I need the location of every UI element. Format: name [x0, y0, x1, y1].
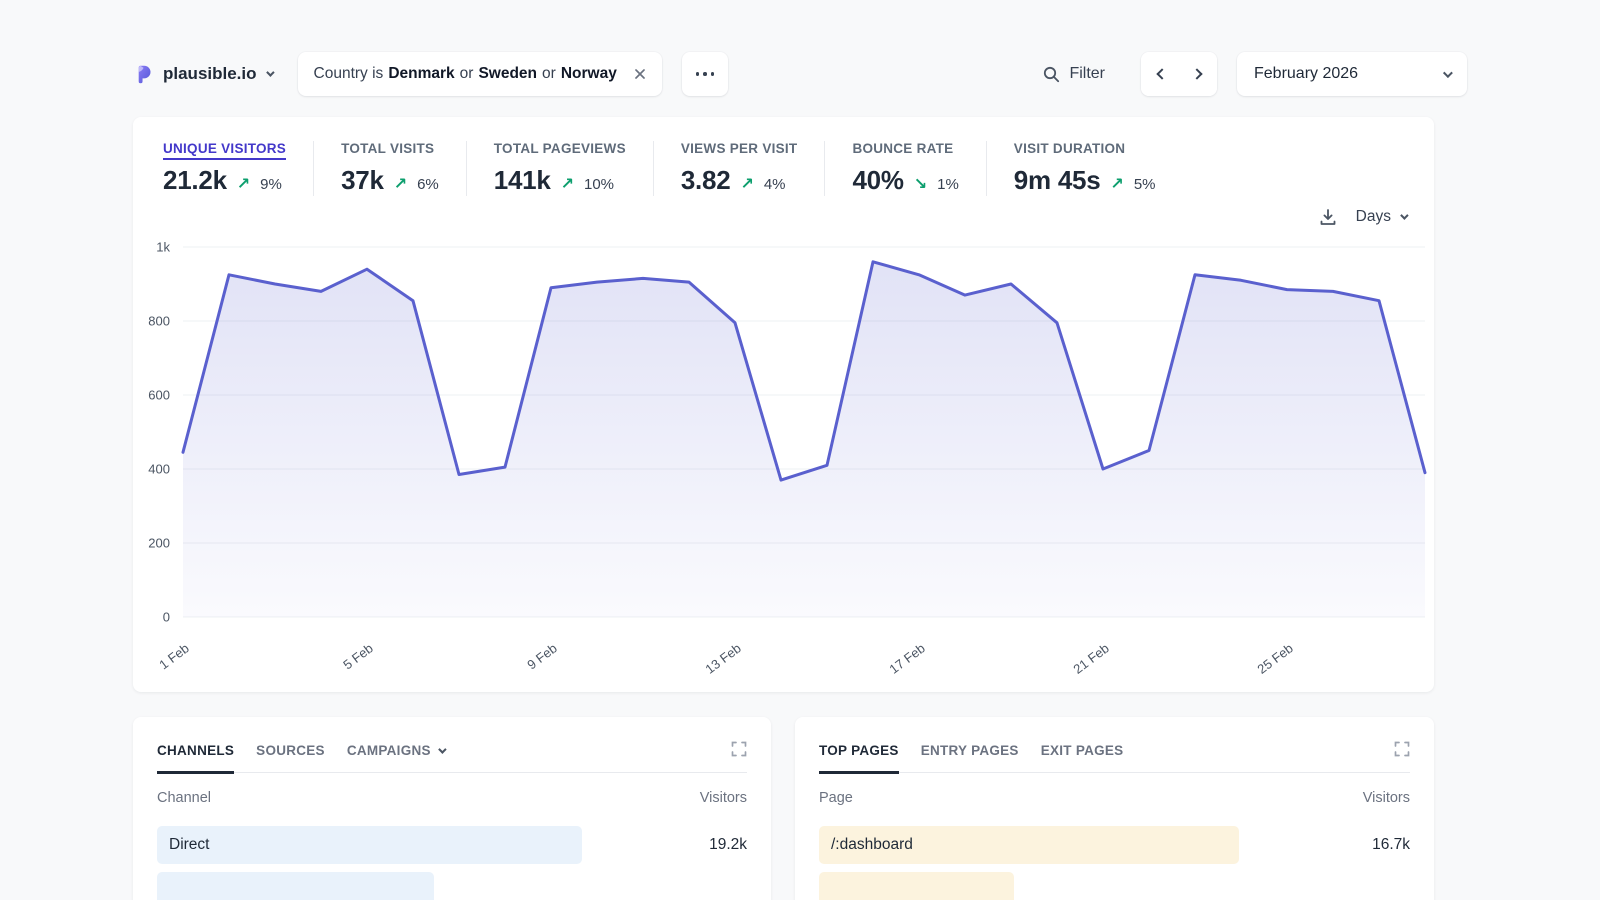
stat-value: 37k [341, 165, 384, 196]
fullscreen-icon [1394, 741, 1410, 757]
stat-bounce-rate[interactable]: BOUNCE RATE 40% ↘ 1% [824, 141, 985, 196]
stat-total-pageviews[interactable]: TOTAL PAGEVIEWS 141k ↗ 10% [466, 141, 653, 196]
chart-area-fill [183, 262, 1425, 617]
filter-conjunction: or [542, 65, 556, 83]
svg-text:21 Feb: 21 Feb [1070, 640, 1111, 676]
svg-text:400: 400 [148, 462, 170, 477]
stat-unique-visitors[interactable]: UNIQUE VISITORS 21.2k ↗ 9% [163, 141, 313, 196]
next-period-button[interactable] [1179, 52, 1217, 96]
channel-row-direct[interactable]: Direct 19.2k [157, 826, 747, 864]
chevron-left-icon [1156, 68, 1167, 79]
date-range-picker[interactable]: February 2026 [1237, 52, 1467, 96]
trend-up-icon: ↗ [1110, 174, 1123, 194]
trend-down-icon: ↘ [914, 174, 927, 194]
svg-text:25 Feb: 25 Feb [1254, 640, 1295, 676]
interval-dropdown[interactable]: Days [1356, 208, 1406, 226]
column-header-visitors: Visitors [700, 790, 747, 806]
channel-row-partial[interactable] [157, 872, 747, 900]
stat-views-per-visit[interactable]: VIEWS PER VISIT 3.82 ↗ 4% [653, 141, 825, 196]
fullscreen-icon [731, 741, 747, 757]
stat-value: 40% [852, 165, 903, 196]
row-label: Direct [157, 826, 747, 864]
filter-chip-prefix: Country is [314, 65, 384, 83]
svg-text:17 Feb: 17 Feb [886, 640, 927, 676]
stat-value: 9m 45s [1014, 165, 1101, 196]
top-stats: UNIQUE VISITORS 21.2k ↗ 9% TOTAL VISITS … [133, 117, 1434, 196]
filter-country: Norway [561, 65, 617, 83]
filter-button[interactable]: Filter [1043, 65, 1105, 83]
analytics-dashboard: plausible.io Country is Denmark or Swede… [0, 0, 1600, 900]
stat-change: 4% [764, 176, 786, 193]
svg-text:13 Feb: 13 Feb [702, 640, 743, 676]
tab-exit-pages[interactable]: EXIT PAGES [1041, 743, 1124, 774]
visitors-chart[interactable]: 0 200 400 600 800 1k 1 Feb 5 Feb 9 Feb 13 Feb 17 … [133, 229, 1434, 692]
stat-total-visits[interactable]: TOTAL VISITS 37k ↗ 6% [313, 141, 466, 196]
chart-y-labels: 0 200 400 600 800 1k [148, 240, 170, 625]
svg-text:800: 800 [148, 314, 170, 329]
pages-panel: TOP PAGES ENTRY PAGES EXIT PAGES Page Vi… [795, 717, 1434, 900]
expand-panel-button[interactable] [731, 741, 747, 760]
prev-period-button[interactable] [1141, 52, 1179, 96]
date-picker-chevron-down-icon [1443, 68, 1453, 78]
svg-text:1k: 1k [156, 240, 170, 255]
page-row-partial[interactable] [819, 872, 1410, 900]
ellipsis-icon [696, 72, 700, 76]
stat-change: 6% [417, 176, 439, 193]
export-download-icon[interactable] [1318, 207, 1338, 227]
svg-text:5 Feb: 5 Feb [340, 640, 376, 672]
country-filter-chip[interactable]: Country is Denmark or Sweden or Norway [298, 52, 662, 96]
stat-change: 5% [1134, 176, 1156, 193]
trend-up-icon: ↗ [237, 174, 250, 194]
trend-up-icon: ↗ [394, 174, 407, 194]
svg-text:0: 0 [163, 610, 170, 625]
remove-filter-icon[interactable] [634, 68, 646, 80]
trend-up-icon: ↗ [561, 174, 574, 194]
row-bar [819, 872, 1014, 900]
site-picker[interactable]: plausible.io [133, 64, 272, 85]
svg-text:9 Feb: 9 Feb [524, 640, 560, 672]
tab-sources[interactable]: SOURCES [256, 743, 325, 774]
chart-x-labels: 1 Feb 5 Feb 9 Feb 13 Feb 17 Feb 21 Feb 25 Feb [156, 640, 1296, 676]
filter-conjunction: or [460, 65, 474, 83]
chevron-right-icon [1191, 68, 1202, 79]
row-value: 16.7k [1372, 826, 1410, 864]
campaigns-chevron-down-icon [438, 745, 446, 753]
tab-campaigns[interactable]: CAMPAIGNS [347, 743, 444, 774]
tab-top-pages[interactable]: TOP PAGES [819, 743, 899, 774]
stat-value: 141k [494, 165, 551, 196]
page-row-dashboard[interactable]: /:dashboard 16.7k [819, 826, 1410, 864]
stat-value: 21.2k [163, 165, 227, 196]
expand-panel-button[interactable] [1394, 741, 1410, 760]
site-picker-chevron-down-icon [266, 68, 274, 76]
search-icon [1043, 66, 1060, 83]
filter-country: Sweden [478, 65, 537, 83]
site-name: plausible.io [163, 64, 257, 84]
tab-channels[interactable]: CHANNELS [157, 743, 234, 774]
trend-up-icon: ↗ [740, 174, 753, 194]
stat-change: 9% [260, 176, 282, 193]
column-header-page: Page [819, 790, 853, 806]
svg-text:1 Feb: 1 Feb [156, 640, 192, 672]
row-bar [157, 872, 434, 900]
filter-country: Denmark [388, 65, 454, 83]
more-options-button[interactable] [682, 52, 728, 96]
topbar: plausible.io Country is Denmark or Swede… [133, 52, 1467, 96]
interval-chevron-down-icon [1400, 211, 1408, 219]
stat-value: 3.82 [681, 165, 731, 196]
column-header-visitors: Visitors [1363, 790, 1410, 806]
row-value: 19.2k [709, 826, 747, 864]
stat-visit-duration[interactable]: VISIT DURATION 9m 45s ↗ 5% [986, 141, 1183, 196]
tab-entry-pages[interactable]: ENTRY PAGES [921, 743, 1019, 774]
main-analytics-card: UNIQUE VISITORS 21.2k ↗ 9% TOTAL VISITS … [133, 117, 1434, 692]
column-header-channel: Channel [157, 790, 211, 806]
plausible-logo-icon [133, 64, 154, 85]
stat-change: 1% [937, 176, 959, 193]
channels-panel: CHANNELS SOURCES CAMPAIGNS Channel Visit… [133, 717, 771, 900]
period-nav [1141, 52, 1217, 96]
stat-change: 10% [584, 176, 614, 193]
svg-text:200: 200 [148, 536, 170, 551]
row-label: /:dashboard [819, 826, 1410, 864]
svg-text:600: 600 [148, 388, 170, 403]
